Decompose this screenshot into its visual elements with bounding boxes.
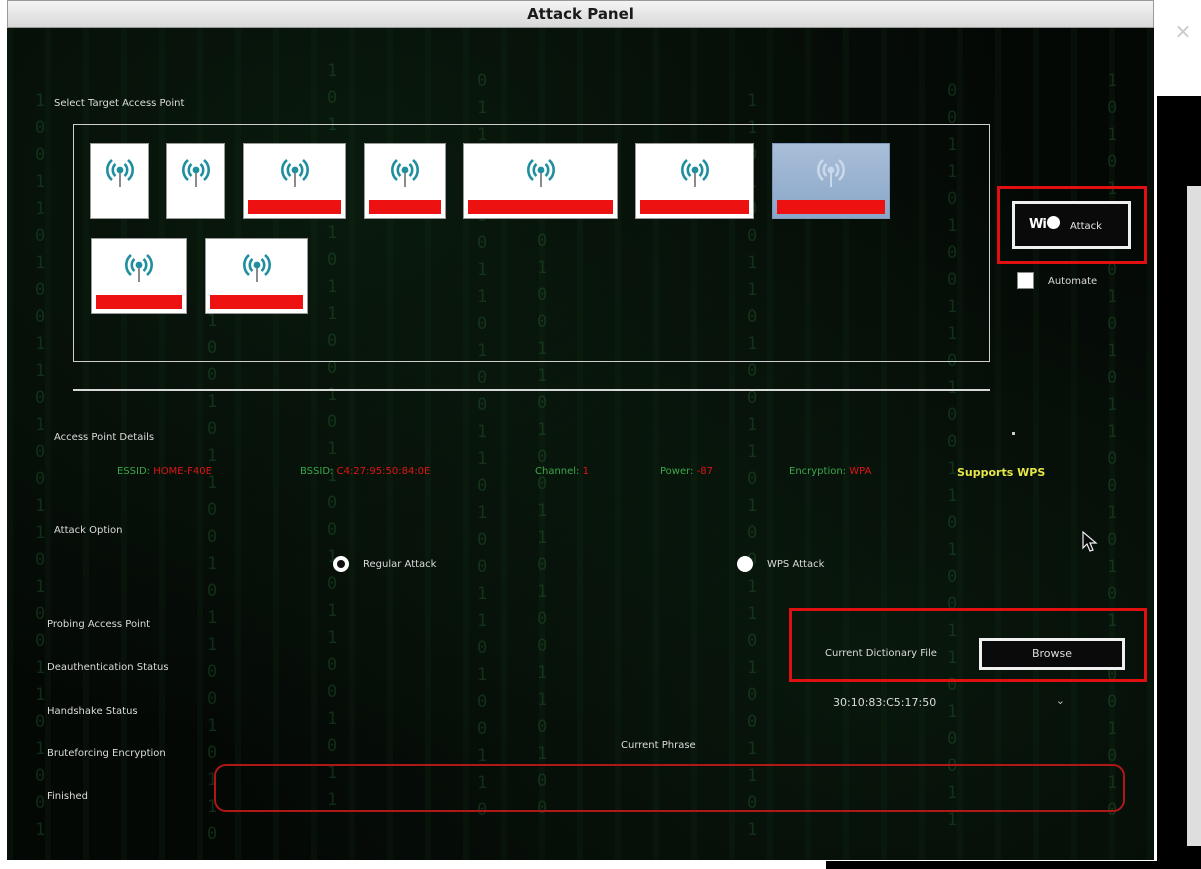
status-handshake: Handshake Status (47, 706, 138, 717)
status-finished: Finished (47, 791, 88, 802)
access-point-tile[interactable] (243, 143, 346, 219)
redacted-ap-name (777, 200, 885, 214)
attack-option-label: Attack Option (54, 525, 123, 536)
matrix-rain-decoration: 1 0 0 1 1 0 1 0 0 1 1 0 1 0 0 1 1 0 1 0 … (35, 91, 46, 840)
access-point-tile[interactable] (772, 143, 890, 219)
chevron-down-icon: ⌄ (1055, 694, 1065, 707)
regular-attack-label: Regular Attack (363, 559, 437, 570)
wps-attack-label: WPS Attack (767, 559, 825, 570)
wifi-signal-icon (680, 159, 709, 187)
access-point-tile[interactable] (463, 143, 618, 219)
redacted-ap-name (369, 200, 441, 214)
redacted-ap-name (640, 200, 749, 214)
browse-button[interactable]: Browse (979, 638, 1125, 670)
essid-detail: ESSID: HOME-F40E (117, 466, 212, 477)
mac-address-select[interactable]: 30:10:83:C5:17:50 ⌄ (833, 694, 1071, 716)
dictionary-label: Current Dictionary File (825, 648, 937, 659)
wifi-signal-icon (242, 254, 271, 282)
redacted-ap-name (210, 295, 303, 309)
wifi-logo-icon: Wi (1029, 216, 1063, 234)
encryption-detail: Encryption: WPA (789, 466, 872, 477)
channel-detail: Channel: 1 (535, 466, 589, 477)
screen: Attack Panel × 1 0 0 1 1 0 1 0 0 1 1 0 1… (0, 0, 1201, 869)
attack-panel: 1 0 0 1 1 0 1 0 0 1 1 0 1 0 0 1 1 0 1 0 … (7, 28, 1154, 860)
status-bruteforcing: Bruteforcing Encryption (47, 748, 166, 759)
wifi-signal-icon (280, 159, 309, 187)
access-point-tile[interactable] (635, 143, 754, 219)
wifi-signal-icon (125, 254, 153, 282)
current-phrase-label: Current Phrase (621, 740, 696, 751)
section-divider (73, 389, 990, 391)
access-point-tile[interactable] (166, 143, 225, 219)
window-title: Attack Panel (527, 5, 634, 23)
wifi-signal-icon (391, 159, 419, 187)
scrollbar[interactable] (1187, 186, 1201, 846)
access-point-tile[interactable] (205, 238, 308, 314)
wifi-signal-icon (181, 159, 210, 187)
access-point-tile[interactable] (90, 143, 149, 219)
access-point-tile[interactable] (364, 143, 446, 219)
redacted-ap-name (468, 200, 613, 214)
redacted-ap-name (248, 200, 341, 214)
regular-attack-radio[interactable] (333, 556, 349, 572)
current-phrase-field (214, 764, 1125, 812)
automate-checkbox[interactable] (1017, 272, 1034, 289)
wps-attack-radio[interactable] (737, 556, 753, 572)
automate-label: Automate (1048, 276, 1098, 287)
bssid-detail: BSSID: C4:27:95:50:84:0E (300, 466, 431, 477)
access-point-tile[interactable] (91, 238, 187, 314)
mac-address-value: 30:10:83:C5:17:50 (833, 696, 937, 709)
background-window (1157, 96, 1201, 861)
access-point-details-label: Access Point Details (54, 432, 155, 443)
window-title-bar: Attack Panel (7, 0, 1154, 28)
background-window-edge (826, 861, 1201, 869)
wifi-signal-icon (105, 159, 134, 187)
matrix-rain-decoration: 1 0 1 0 1 1 0 0 1 0 1 0 1 1 0 0 1 0 1 0 … (1107, 71, 1118, 820)
wifi-signal-icon (817, 159, 845, 187)
attack-button-label: Attack (1070, 221, 1102, 232)
status-deauthentication: Deauthentication Status (47, 662, 169, 673)
mouse-cursor-icon (1082, 530, 1100, 557)
decoration-dot (1012, 432, 1015, 435)
close-icon[interactable]: × (1172, 20, 1194, 42)
status-probing: Probing Access Point (47, 619, 151, 630)
wifi-signal-icon (526, 159, 555, 187)
attack-button[interactable]: Wi Attack (1012, 201, 1131, 249)
power-detail: Power: -87 (660, 466, 713, 477)
redacted-ap-name (96, 295, 182, 309)
select-target-label: Select Target Access Point (54, 98, 185, 109)
wps-support-label: Supports WPS (957, 466, 1046, 479)
